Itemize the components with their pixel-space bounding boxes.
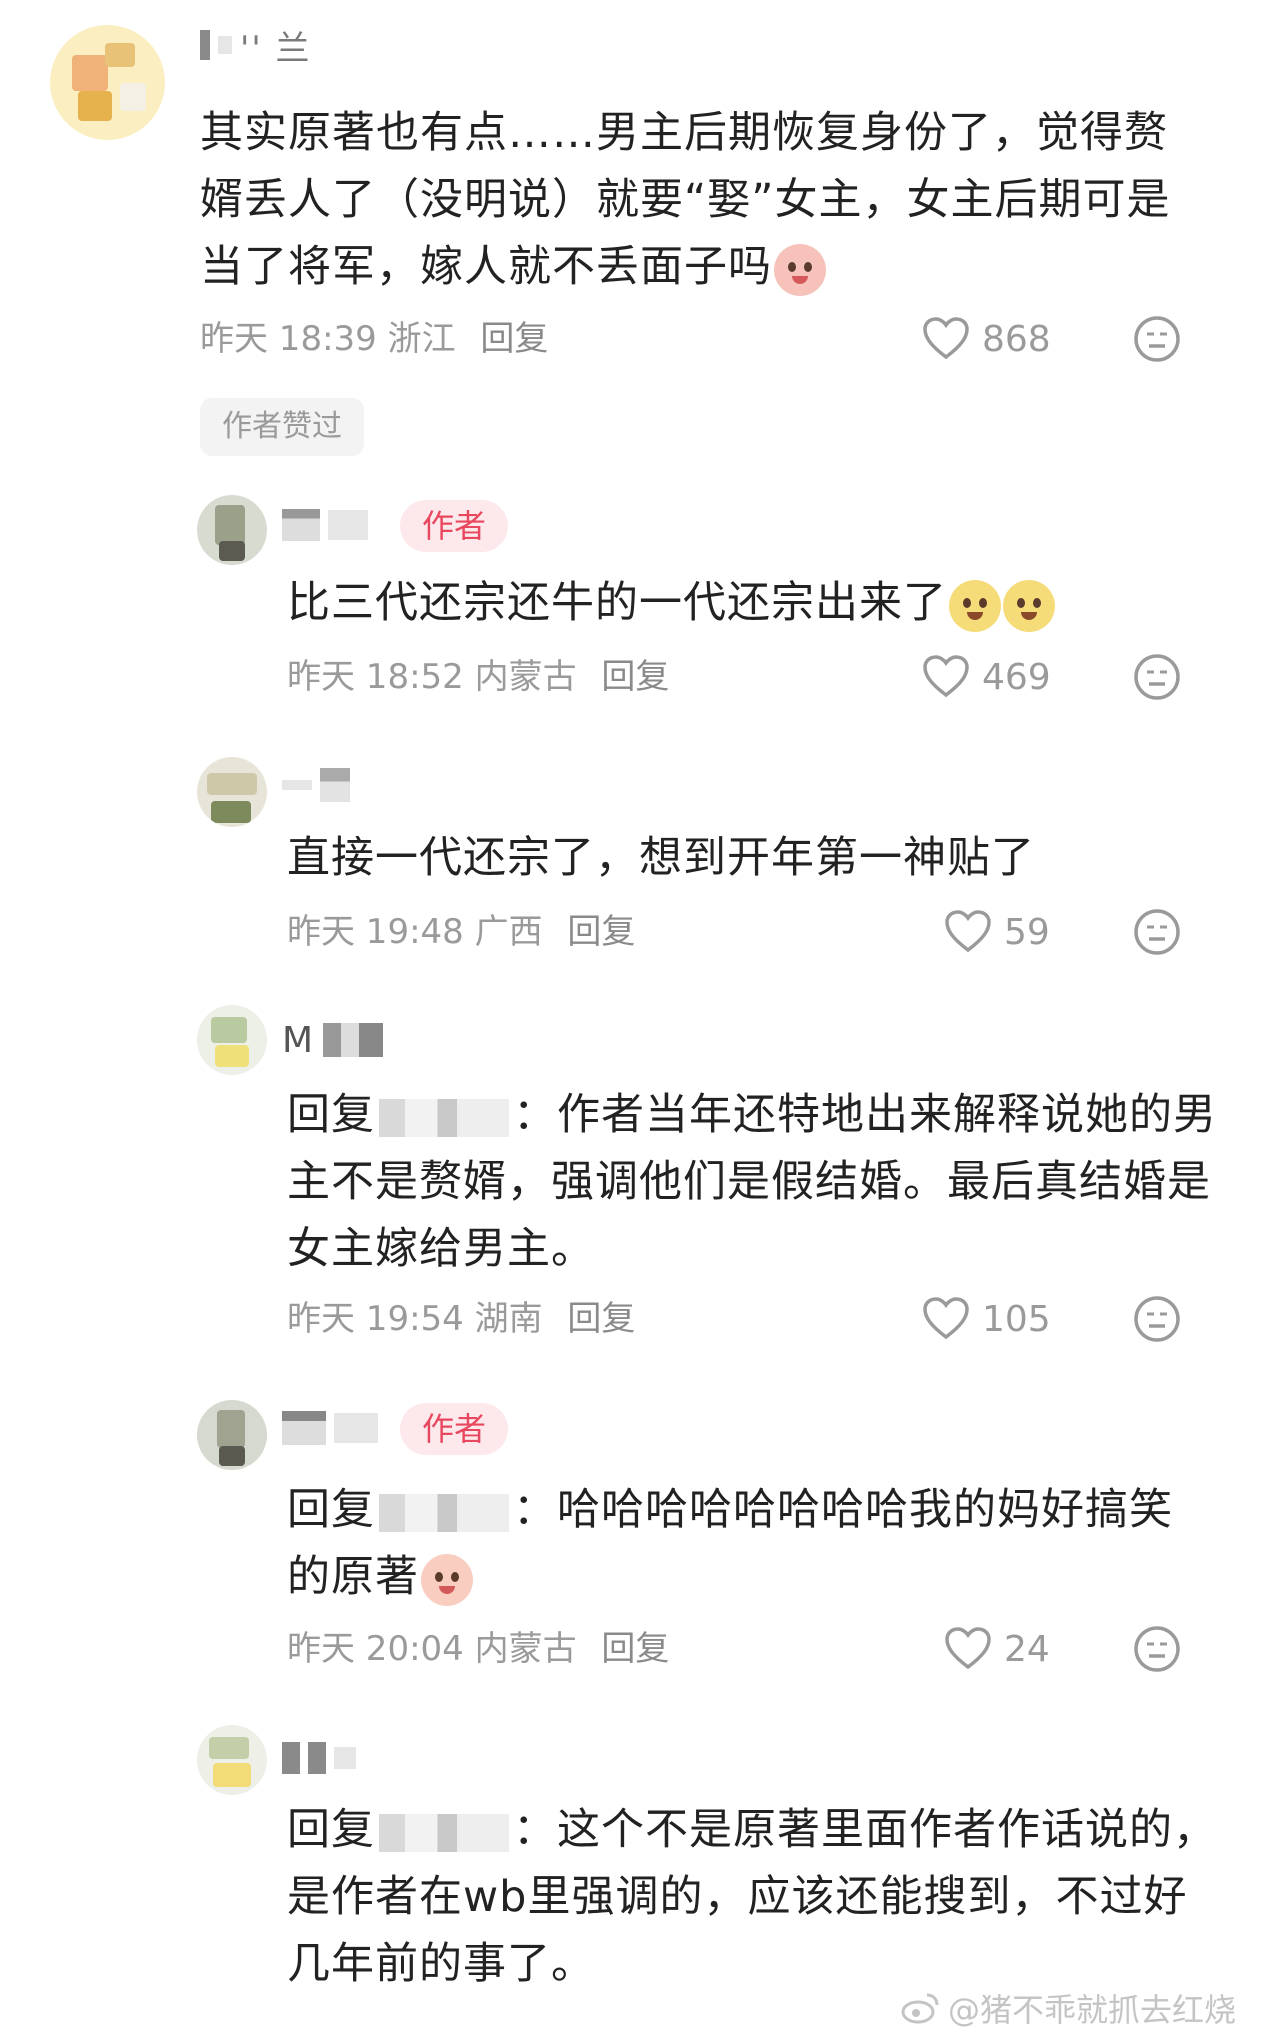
username[interactable] xyxy=(282,1408,378,1448)
comment-time: 昨天 19:54 xyxy=(287,1299,464,1339)
reply-button[interactable]: 回复 xyxy=(601,1629,669,1669)
comment-location: 内蒙古 xyxy=(474,657,577,697)
author-badge: 作者 xyxy=(400,1403,509,1455)
heart-outline-icon xyxy=(923,1297,969,1340)
comment-text: 其实原著也有点……男主后期恢复身份了，觉得赘婿丢人了（没明说）就要“娶”女主，女… xyxy=(200,100,1210,301)
comment-text: 回复 ：哈哈哈哈哈哈哈哈我的妈好搞笑的原著 xyxy=(287,1477,1212,1611)
comment-meta: 昨天 18:39 浙江 回复 xyxy=(200,315,548,363)
mentioned-user-mask xyxy=(379,1098,509,1137)
neutral-face-icon[interactable] xyxy=(1133,653,1181,701)
heart-outline-icon xyxy=(923,655,969,698)
username-mask xyxy=(334,1747,356,1769)
avatar[interactable] xyxy=(197,495,267,565)
comment-meta: 昨天 18:52 内蒙古 回复 xyxy=(287,653,669,701)
username-mask xyxy=(328,510,368,540)
username-mask xyxy=(218,36,232,54)
reply-button[interactable]: 回复 xyxy=(480,319,548,359)
comment-meta: 昨天 19:54 湖南 回复 xyxy=(287,1295,635,1343)
like-count: 24 xyxy=(1004,1628,1050,1670)
author-badge: 作者 xyxy=(400,500,509,552)
neutral-face-icon[interactable] xyxy=(1133,908,1181,956)
author-liked-tag: 作者赞过 xyxy=(200,398,364,456)
comment-time: 昨天 18:52 xyxy=(287,657,464,697)
comment-location: 广西 xyxy=(474,912,543,952)
comment-time: 昨天 20:04 xyxy=(287,1629,464,1669)
pleading-emoji-icon xyxy=(949,579,1001,632)
comment-location: 湖南 xyxy=(474,1299,543,1339)
comment-location: 浙江 xyxy=(387,319,456,359)
like-count: 868 xyxy=(982,318,1051,360)
neutral-face-icon[interactable] xyxy=(1133,315,1181,363)
avatar[interactable] xyxy=(197,1725,267,1795)
username[interactable]: '' 兰 xyxy=(200,25,312,69)
username[interactable] xyxy=(282,1738,356,1778)
avatar[interactable] xyxy=(197,757,267,827)
mentioned-user-mask xyxy=(379,1813,509,1852)
comment-time: 昨天 19:48 xyxy=(287,912,464,952)
heart-outline-icon xyxy=(945,910,991,953)
comment-text: 比三代还宗还牛的一代还宗出来了 xyxy=(287,570,1207,637)
like-count: 469 xyxy=(982,656,1051,698)
mentioned-user-mask xyxy=(379,1493,509,1532)
comment-meta: 昨天 20:04 内蒙古 回复 xyxy=(287,1625,669,1673)
avatar[interactable] xyxy=(197,1400,267,1470)
username-mask xyxy=(200,30,210,60)
like-count: 105 xyxy=(982,1298,1051,1340)
reply-button[interactable]: 回复 xyxy=(567,912,635,952)
neutral-face-icon[interactable] xyxy=(1133,1625,1181,1673)
comment-meta: 昨天 19:48 广西 回复 xyxy=(287,908,635,956)
like-button[interactable]: 59 xyxy=(944,908,1050,956)
pleading-emoji-icon xyxy=(1003,579,1055,632)
username-mask xyxy=(282,780,312,790)
watermark: @猪不乖就抓去红烧 xyxy=(900,1985,1236,2031)
username-mask xyxy=(320,768,350,802)
like-button[interactable]: 105 xyxy=(922,1295,1051,1343)
reply-button[interactable]: 回复 xyxy=(601,657,669,697)
heart-outline-icon xyxy=(945,1627,991,1670)
comment-text: 回复 ：作者当年还特地出来解释说她的男主不是赘婿，强调他们是假结婚。最后真结婚是女… xyxy=(287,1090,1217,1274)
reply-button[interactable]: 回复 xyxy=(567,1299,635,1339)
weibo-logo-icon xyxy=(901,1993,939,2024)
avatar[interactable] xyxy=(50,25,165,140)
like-count: 59 xyxy=(1004,911,1050,953)
heart-outline-icon xyxy=(923,317,969,360)
like-button[interactable]: 868 xyxy=(922,315,1051,363)
username-mask xyxy=(282,509,320,541)
username[interactable] xyxy=(282,505,368,545)
username-mask xyxy=(282,1411,326,1445)
username-mask xyxy=(334,1413,378,1443)
comment-time: 昨天 18:39 xyxy=(200,319,377,359)
username-mask xyxy=(308,1742,326,1774)
username[interactable]: M xyxy=(282,1020,384,1061)
username-mask xyxy=(282,1742,300,1774)
blush-emoji-icon xyxy=(774,243,826,296)
username[interactable] xyxy=(282,765,350,805)
watermark-text: @猪不乖就抓去红烧 xyxy=(947,1991,1236,2029)
comment-text: 直接一代还宗了，想到开年第一神贴了 xyxy=(287,833,1035,883)
username-mask xyxy=(323,1023,384,1057)
avatar[interactable] xyxy=(197,1005,267,1075)
like-button[interactable]: 24 xyxy=(944,1625,1050,1673)
smile-emoji-icon xyxy=(421,1553,473,1606)
comment-text: 回复 ：这个不是原著里面作者作话说的，是作者在wb里强调的，应该还能搜到，不过好几… xyxy=(287,1805,1217,1989)
like-button[interactable]: 469 xyxy=(922,653,1051,701)
neutral-face-icon[interactable] xyxy=(1133,1295,1181,1343)
comment-location: 内蒙古 xyxy=(474,1629,577,1669)
